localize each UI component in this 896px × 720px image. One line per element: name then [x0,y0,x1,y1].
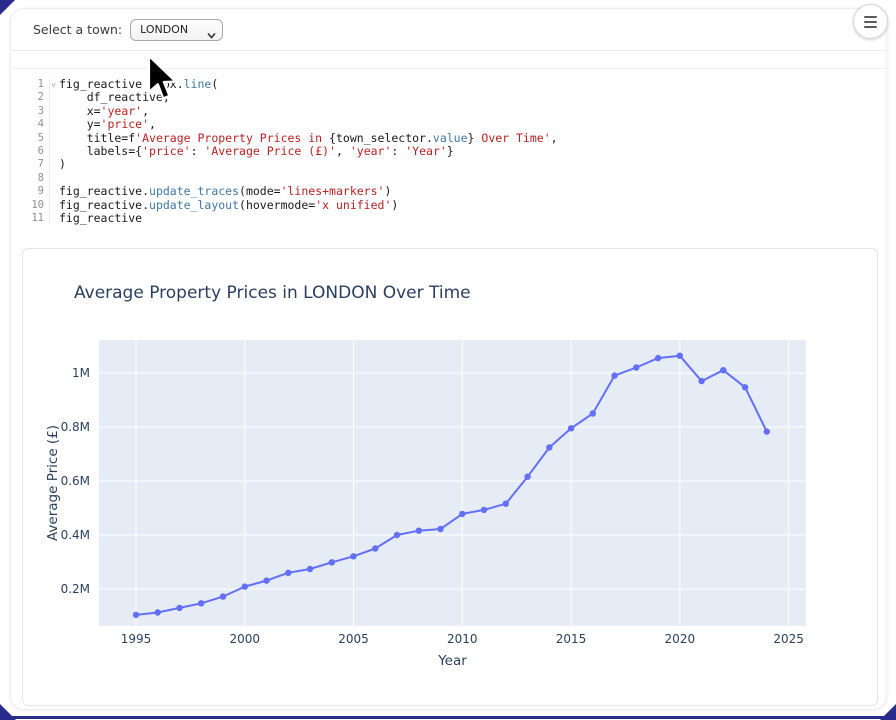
page-corner-accent [880,704,896,720]
x-tick-label: 2000 [229,632,260,646]
data-point [633,364,639,370]
x-tick-label: 2015 [556,632,587,646]
code-text: y='price', [50,118,156,131]
line-number: 8 [11,172,49,185]
data-point [155,609,161,615]
code-line[interactable]: 3 x='year', [11,105,878,118]
code-line[interactable]: 6 labels={'price': 'Average Price (£)', … [11,145,878,158]
data-point [764,428,770,434]
x-tick-label: 2025 [773,632,804,646]
line-number: 10 [11,199,49,212]
code-text: ) [50,158,66,171]
code-text: title=f'Average Property Prices in {town… [50,132,558,145]
data-point [568,425,574,431]
code-text: fig_reactive.update_layout(hovermode='x … [50,199,398,212]
town-selector-label: Select a town: [33,22,122,37]
data-point [372,545,378,551]
x-tick-label: 2010 [447,632,478,646]
data-point [133,612,139,618]
data-point [698,378,704,384]
code-line[interactable]: 9fig_reactive.update_traces(mode='lines+… [11,185,878,198]
x-tick-label: 2020 [665,632,696,646]
code-text: fig_reactive = px.line( [50,78,218,91]
code-line[interactable]: 5 title=f'Average Property Prices in {to… [11,132,878,145]
x-axis-title: Year [437,653,467,669]
data-point [220,593,226,599]
y-tick-label: 0.2M [61,582,90,596]
hamburger-menu-icon [864,16,877,28]
line-number: 5 [11,132,49,145]
data-point [242,583,248,589]
data-point [459,511,465,517]
code-line[interactable]: 2 df_reactive, [11,91,878,104]
data-point [329,559,335,565]
y-tick-label: 1M [72,366,90,380]
code-line[interactable]: 4 y='price', [11,118,878,131]
code-text: x='year', [50,105,149,118]
data-point [307,566,313,572]
data-point [176,605,182,611]
data-point [198,600,204,606]
data-point [394,532,400,538]
line-number: 4 [11,118,49,131]
data-point [655,355,661,361]
page-bottom-accent [6,716,890,719]
data-point [524,474,530,480]
code-editor[interactable]: 1˅fig_reactive = px.line(2 df_reactive,3… [11,69,878,225]
code-text: df_reactive, [50,91,170,104]
data-point [263,577,269,583]
data-point [416,528,422,534]
line-number: 6 [11,145,49,158]
code-line[interactable]: 8 [11,172,878,185]
property-price-chart[interactable]: 1995 2000 2005 2010 2015 2020 2025 0.2M 0.4M 0.6M… [23,249,877,705]
x-tick-label: 1995 [121,632,152,646]
app-card: Select a town: LONDON 1˅fig_reactive = p… [10,8,887,710]
y-tick-label: 0.8M [61,420,90,434]
line-number: 1˅ [11,78,49,91]
data-point [720,367,726,373]
town-select[interactable]: LONDON [130,19,223,41]
code-line[interactable]: 1˅fig_reactive = px.line( [11,78,878,91]
data-point [590,410,596,416]
data-point [611,372,617,378]
code-line[interactable]: 11fig_reactive [11,212,878,225]
data-point [503,501,509,507]
town-select-wrap: LONDON [130,18,223,41]
line-number: 7 [11,158,49,171]
y-tick-label: 0.6M [61,474,90,488]
code-line[interactable]: 10fig_reactive.update_layout(hovermode='… [11,199,878,212]
data-point [350,553,356,559]
y-tick-label: 0.4M [61,528,90,542]
line-number: 2 [11,91,49,104]
code-text: fig_reactive [50,212,142,225]
data-point [481,507,487,513]
code-text: fig_reactive.update_traces(mode='lines+m… [50,185,391,198]
y-axis-title: Average Price (£) [45,425,61,541]
menu-button[interactable] [853,4,888,39]
fold-toggle-icon[interactable]: ˅ [51,79,56,92]
data-point [437,526,443,532]
town-selector-row: Select a town: LONDON [11,9,886,51]
code-line[interactable]: 7) [11,158,878,171]
data-point [742,384,748,390]
line-number: 3 [11,105,49,118]
chart-title: Average Property Prices in LONDON Over T… [74,283,471,303]
data-point [285,570,291,576]
chart-output-card: 1995 2000 2005 2010 2015 2020 2025 0.2M 0.4M 0.6M… [22,248,878,706]
data-point [677,353,683,359]
code-text [50,172,59,185]
line-number: 9 [11,185,49,198]
data-point [546,444,552,450]
line-number: 11 [11,212,49,225]
x-tick-label: 2005 [338,632,369,646]
code-text: labels={'price': 'Average Price (£)', 'y… [50,145,454,158]
